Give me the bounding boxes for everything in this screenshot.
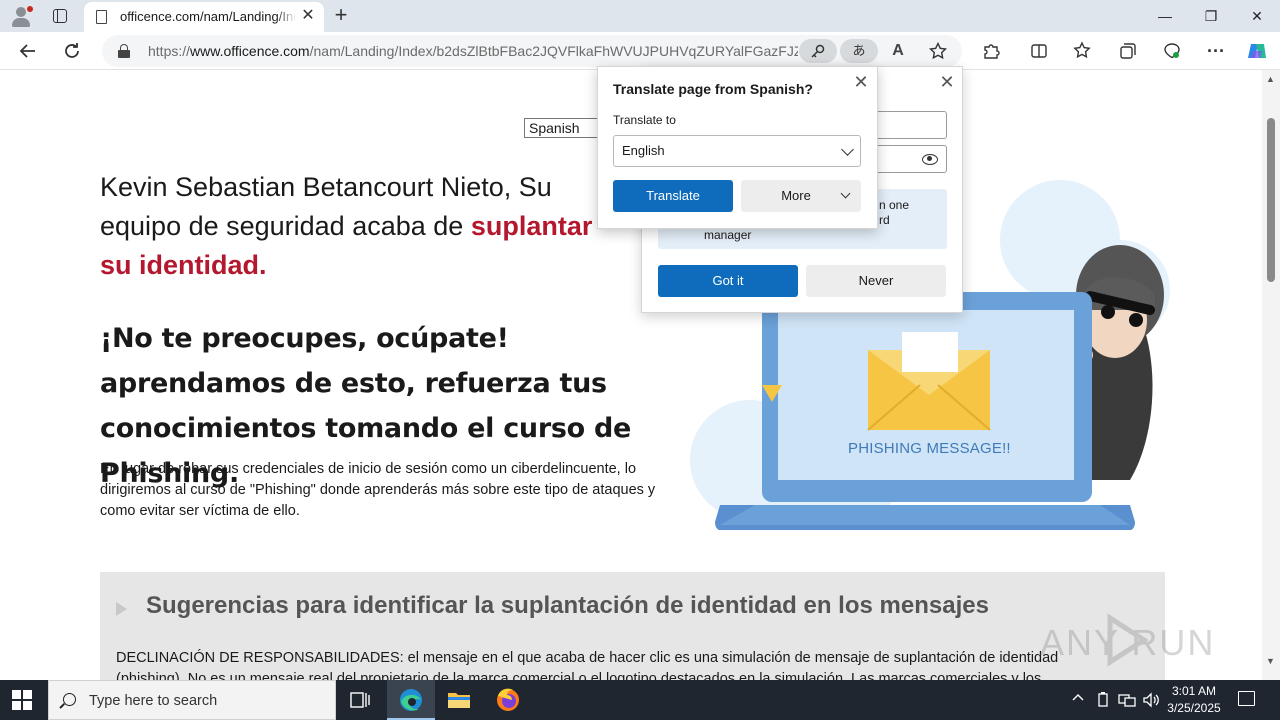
translate-button[interactable]: Translate — [613, 180, 733, 212]
translate-to-label: Translate to — [613, 113, 676, 127]
accordion-title[interactable]: Sugerencias para identificar la suplanta… — [146, 592, 989, 620]
extensions-puzzle-icon[interactable] — [980, 40, 1002, 62]
intro-paragraph: En lugar de robar sus credenciales de in… — [100, 461, 656, 519]
tab-actions-icon[interactable] — [50, 6, 70, 26]
collections-icon[interactable] — [1117, 40, 1139, 62]
copilot-icon[interactable] — [1246, 40, 1268, 62]
page-headline: Kevin Sebastian Betancourt Nieto, Su equ… — [100, 172, 593, 280]
browser-tab[interactable]: officence.com/nam/Landing/Index/b2dsZlBt… — [84, 2, 324, 32]
tab-strip: officence.com/nam/Landing/Index/b2dsZlBt… — [0, 0, 1280, 32]
translate-popup-close-button[interactable]: ✕ — [852, 73, 870, 91]
password-popup-close-button[interactable]: ✕ — [938, 73, 956, 91]
search-placeholder: Type here to search — [89, 693, 218, 709]
scroll-up-icon[interactable]: ▲ — [1266, 74, 1275, 84]
taskbar-search-box[interactable]: Type here to search — [48, 680, 336, 720]
disclaimer-text: DECLINACIÓN DE RESPONSABILIDADES: el men… — [116, 650, 1059, 680]
network-icon[interactable] — [1118, 692, 1136, 711]
chevron-down-icon — [841, 143, 854, 156]
translate-popup-title: Translate page from Spanish? — [613, 81, 813, 97]
profile-icon[interactable] — [10, 6, 33, 28]
url-text[interactable]: https://www.officence.com/nam/Landing/In… — [148, 43, 798, 59]
task-view-icon[interactable] — [336, 680, 384, 720]
lock-icon[interactable] — [118, 44, 130, 58]
show-password-eye-icon[interactable] — [922, 152, 938, 166]
tab-title: officence.com/nam/Landing/Index/b2dsZlBt… — [120, 9, 296, 24]
scroll-thumb[interactable] — [1267, 118, 1275, 282]
file-explorer-icon[interactable] — [435, 680, 483, 720]
address-bar[interactable]: https://www.officence.com/nam/Landing/In… — [102, 35, 962, 67]
clock-date: 3/25/2025 — [1167, 701, 1221, 715]
search-icon — [63, 693, 76, 706]
browser-essentials-icon[interactable] — [1161, 40, 1183, 62]
settings-more-icon[interactable]: ··· — [1205, 40, 1227, 62]
volume-icon[interactable] — [1142, 692, 1160, 711]
more-button[interactable]: More — [741, 180, 861, 212]
scroll-down-icon[interactable]: ▼ — [1266, 656, 1275, 666]
refresh-icon[interactable] — [61, 40, 83, 62]
favorite-star-icon[interactable] — [927, 40, 949, 62]
expand-arrow-icon[interactable] — [116, 602, 127, 616]
translate-popup: Translate page from Spanish? ✕ Translate… — [597, 66, 878, 229]
browser-toolbar: https://www.officence.com/nam/Landing/In… — [0, 32, 1280, 70]
new-tab-button[interactable]: + — [330, 4, 352, 26]
tips-accordion[interactable]: Sugerencias para identificar la suplanta… — [100, 572, 1165, 680]
tray-chevron-up-icon[interactable] — [1072, 692, 1084, 707]
clock-time: 3:01 AM — [1171, 684, 1217, 698]
firefox-icon[interactable] — [484, 680, 532, 720]
notification-icon[interactable] — [1238, 691, 1255, 706]
chevron-down-icon — [840, 188, 851, 199]
got-it-button[interactable]: Got it — [658, 265, 798, 297]
read-aloud-icon[interactable]: A — [887, 40, 909, 62]
close-window-button[interactable]: ✕ — [1234, 4, 1280, 28]
battery-icon[interactable] — [1096, 692, 1110, 711]
never-button[interactable]: Never — [806, 265, 946, 297]
minimize-button[interactable]: — — [1142, 4, 1188, 28]
anyrun-watermark: ANY RUN — [1040, 610, 1240, 670]
tab-close-button[interactable]: ✕ — [300, 8, 316, 24]
back-arrow-icon[interactable] — [17, 40, 39, 62]
favorites-icon[interactable] — [1072, 40, 1094, 62]
windows-start-icon[interactable] — [12, 690, 32, 710]
restore-button[interactable]: ❐ — [1188, 4, 1234, 28]
page-favicon-icon — [96, 10, 107, 24]
translate-icon[interactable]: あ — [840, 39, 878, 63]
target-language-select[interactable]: English — [613, 135, 861, 167]
edge-taskbar-icon[interactable] — [387, 680, 435, 720]
page-scrollbar[interactable]: ▲ ▼ — [1262, 70, 1280, 680]
split-screen-icon[interactable] — [1028, 40, 1050, 62]
system-clock[interactable]: 3:01 AM 3/25/2025 — [1160, 683, 1228, 717]
password-key-icon[interactable] — [799, 39, 837, 63]
windows-taskbar: Type here to search 3:01 AM 3/25/2025 — [0, 680, 1280, 720]
phishing-message-label: PHISHING MESSAGE!! — [848, 440, 1011, 457]
